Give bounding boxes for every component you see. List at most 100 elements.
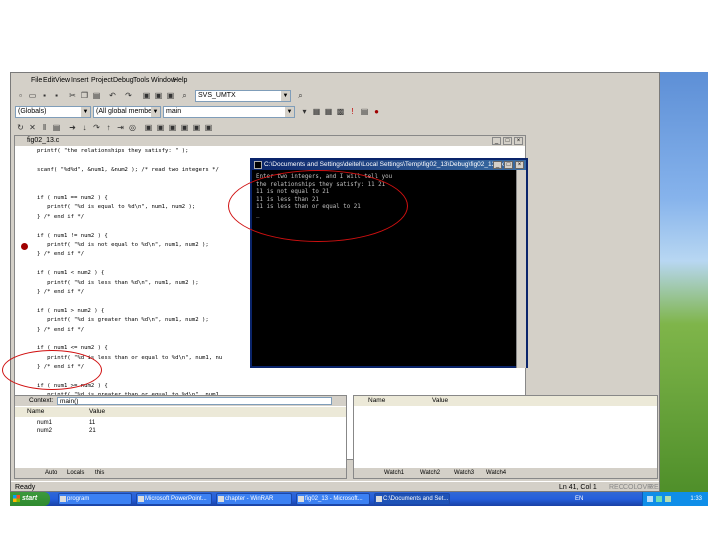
disassembly-window-icon[interactable]: ▣ [203, 122, 214, 133]
menu-tools[interactable]: Tools [133, 77, 149, 84]
build-icon[interactable]: ▦ [323, 106, 334, 117]
column-value[interactable]: Value [89, 407, 105, 417]
restart-icon[interactable]: ↻ [15, 122, 26, 133]
tray-icon[interactable] [665, 496, 671, 502]
taskbar: start program Microsoft PowerPoint... ch… [10, 492, 708, 506]
members-combo-value: (All global members [96, 108, 158, 115]
start-button[interactable]: start [10, 492, 50, 506]
show-next-statement-icon[interactable]: ➜ [67, 122, 78, 133]
memory-window-icon[interactable]: ▣ [179, 122, 190, 133]
find-icon[interactable]: ⌕ [295, 90, 306, 101]
wizard-toolbar: (Globals) ▼ (All global members ▼ main ▼… [11, 104, 659, 120]
tab-this[interactable]: this [95, 468, 104, 478]
stop-debugging-icon[interactable]: ✕ [27, 122, 38, 133]
chevron-down-icon[interactable]: ▼ [285, 107, 294, 117]
break-icon[interactable]: ‖ [39, 122, 50, 133]
language-indicator[interactable]: EN [575, 492, 583, 506]
taskbar-item[interactable]: Microsoft PowerPoint... [136, 493, 212, 505]
tab-watch4[interactable]: Watch4 [486, 468, 506, 478]
taskbar-item[interactable]: chapter - WinRAR [216, 493, 292, 505]
find-combo[interactable]: SVS_UMTX ▼ [195, 90, 291, 102]
breakpoint-toggle-icon[interactable]: ● [371, 106, 382, 117]
paste-icon[interactable]: ▤ [91, 90, 102, 101]
column-value[interactable]: Value [432, 396, 448, 406]
minimize-icon[interactable]: _ [493, 161, 502, 169]
save-icon[interactable]: ▪ [39, 90, 50, 101]
new-icon[interactable]: ▫ [15, 90, 26, 101]
menu-bar: File Edit View Insert Project Debug Tool… [11, 75, 659, 87]
var-value: 11 [89, 420, 96, 426]
console-title: C:\Documents and Settings\deitel\Local S… [264, 161, 508, 168]
tab-watch1[interactable]: Watch1 [384, 468, 404, 478]
tab-watch2[interactable]: Watch2 [420, 468, 440, 478]
column-name[interactable]: Name [27, 407, 44, 417]
go-icon[interactable]: ▤ [359, 106, 370, 117]
menu-file[interactable]: File [31, 77, 42, 84]
menu-insert[interactable]: Insert [71, 77, 89, 84]
maximize-icon[interactable]: □ [504, 161, 513, 169]
code-line: if ( num1 > num2 ) { [37, 307, 105, 314]
variables-window-icon[interactable]: ▣ [155, 122, 166, 133]
compile-icon[interactable]: ▦ [311, 106, 322, 117]
tray-icon[interactable] [647, 496, 653, 502]
tray-icon[interactable] [656, 496, 662, 502]
code-line: printf( "the relationships they satisfy:… [37, 148, 189, 154]
menu-edit[interactable]: Edit [43, 77, 55, 84]
taskbar-item[interactable]: program [58, 493, 132, 505]
run-to-cursor-icon[interactable]: ⇥ [115, 122, 126, 133]
windows-icon[interactable]: ▣ [165, 90, 176, 101]
menu-debug[interactable]: Debug [113, 77, 134, 84]
function-combo[interactable]: main ▼ [163, 106, 295, 118]
context-value: main() [60, 398, 79, 405]
stop-build-icon[interactable]: ▩ [335, 106, 346, 117]
maximize-icon[interactable]: □ [503, 137, 512, 145]
tab-watch3[interactable]: Watch3 [454, 468, 474, 478]
console-scrollbar[interactable] [516, 170, 526, 368]
context-label: Context: [29, 397, 54, 404]
column-name[interactable]: Name [368, 396, 385, 406]
screen: File Edit View Insert Project Debug Tool… [0, 0, 720, 540]
open-icon[interactable]: ▭ [27, 90, 38, 101]
members-combo[interactable]: (All global members ▼ [93, 106, 161, 118]
undo-icon[interactable]: ↶ [107, 90, 118, 101]
chevron-down-icon[interactable]: ▼ [151, 107, 160, 117]
table-row[interactable]: num1 11 [15, 419, 346, 427]
wizard-action-icon[interactable]: ▾ [299, 106, 310, 117]
redo-icon[interactable]: ↷ [123, 90, 134, 101]
menu-help[interactable]: Help [173, 77, 187, 84]
output-icon[interactable]: ▣ [153, 90, 164, 101]
minimize-icon[interactable]: _ [492, 137, 501, 145]
status-flag-read: READ [649, 484, 659, 491]
copy-icon[interactable]: ❐ [79, 90, 90, 101]
close-icon[interactable]: × [515, 161, 524, 169]
quickwatch-icon[interactable]: ◎ [127, 122, 138, 133]
tab-auto[interactable]: Auto [45, 468, 57, 478]
console-title-bar: C:\Documents and Settings\deitel\Local S… [252, 160, 526, 170]
step-into-icon[interactable]: ↓ [79, 122, 90, 133]
context-combo[interactable]: main() [57, 397, 332, 405]
watch-tabs: Watch1 Watch2 Watch3 Watch4 [354, 468, 657, 478]
cut-icon[interactable]: ✂ [67, 90, 78, 101]
table-row[interactable]: num2 21 [15, 427, 346, 435]
status-text: Ready [15, 484, 36, 491]
tab-locals[interactable]: Locals [67, 468, 84, 478]
apply-changes-icon[interactable]: ▤ [51, 122, 62, 133]
close-icon[interactable]: × [514, 137, 523, 145]
call-stack-window-icon[interactable]: ▣ [191, 122, 202, 133]
taskbar-item-active[interactable]: C:\Documents and Set... [374, 493, 450, 505]
save-all-icon[interactable]: ▪ [51, 90, 62, 101]
step-out-icon[interactable]: ↑ [103, 122, 114, 133]
step-over-icon[interactable]: ↷ [91, 122, 102, 133]
scope-combo[interactable]: (Globals) ▼ [15, 106, 91, 118]
watch-window-icon[interactable]: ▣ [143, 122, 154, 133]
chevron-down-icon[interactable]: ▼ [81, 107, 90, 117]
chevron-down-icon[interactable]: ▼ [281, 91, 290, 101]
execute-icon[interactable]: ! [347, 106, 358, 117]
taskbar-item[interactable]: fig02_13 - Microsoft... [296, 493, 370, 505]
registers-window-icon[interactable]: ▣ [167, 122, 178, 133]
menu-view[interactable]: View [55, 77, 70, 84]
status-flag-rec: REC [609, 484, 624, 491]
find-in-files-icon[interactable]: ⌕ [179, 90, 190, 101]
workspace-icon[interactable]: ▣ [141, 90, 152, 101]
menu-project[interactable]: Project [91, 77, 113, 84]
